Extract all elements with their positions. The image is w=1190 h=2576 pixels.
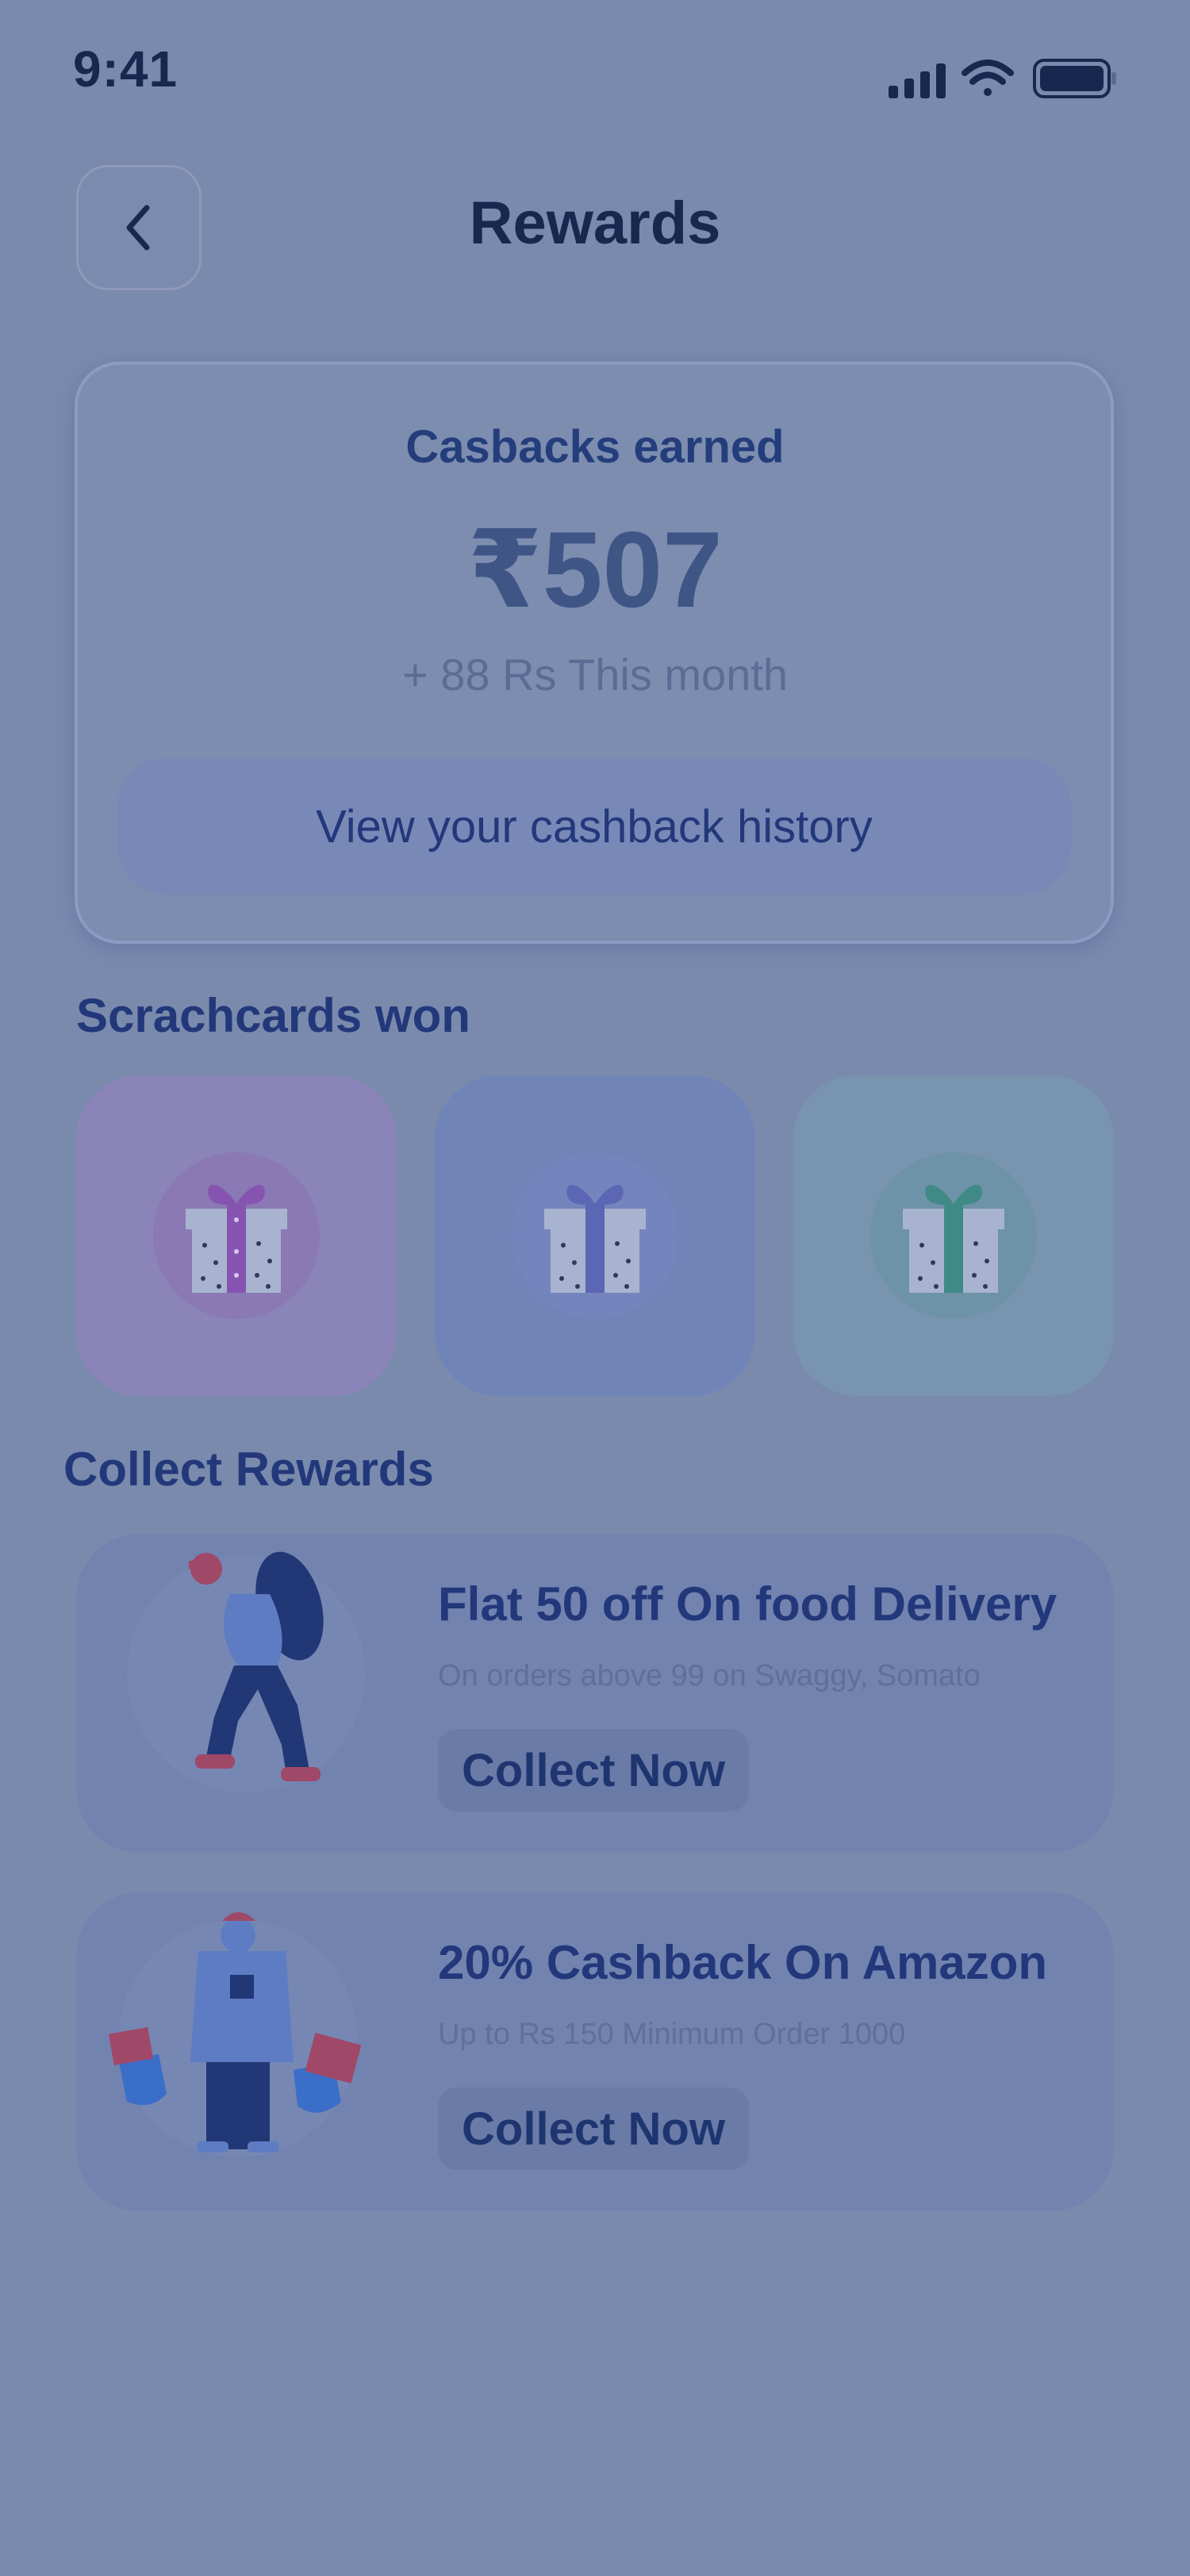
scratchcard-3[interactable] [793, 1075, 1114, 1396]
collect-rewards-heading: Collect Rewards [63, 1443, 434, 1496]
gift-icon [512, 1152, 678, 1319]
reward-subtitle-amazon: Up to Rs 150 Minimum Order 1000 [438, 2018, 906, 2051]
collect-now-button-food-delivery[interactable]: Collect Now [438, 1729, 749, 1811]
page-title: Rewards [469, 190, 721, 257]
shopper-illustration [108, 1912, 362, 2157]
cashback-amount: ₹507 [467, 509, 723, 630]
cashback-title: Casbacks earned [405, 421, 785, 473]
status-icons [889, 59, 1116, 98]
view-cashback-history-button[interactable]: View your cashback history [117, 758, 1071, 895]
delivery-person-illustration [127, 1551, 365, 1792]
reward-title-food-delivery: Flat 50 off On food Delivery [438, 1577, 1058, 1631]
gift-icon [153, 1152, 320, 1319]
scratchcard-2[interactable] [435, 1075, 755, 1396]
collect-now-button-amazon[interactable]: Collect Now [438, 2087, 749, 2170]
wifi-icon [962, 59, 1014, 96]
reward-subtitle-food-delivery: On orders above 99 on Swaggy, Somato [438, 1659, 981, 1692]
gift-icon [870, 1152, 1037, 1319]
cashback-month-text: + 88 Rs This month [401, 650, 789, 700]
reward-title-amazon: 20% Cashback On Amazon [438, 1936, 1048, 1989]
scratchcards-heading: Scrachcards won [76, 989, 470, 1042]
battery-icon [1033, 59, 1116, 98]
cellular-signal-icon [889, 63, 946, 98]
scratchcard-1[interactable] [76, 1075, 397, 1396]
status-time: 9:41 [73, 40, 178, 98]
